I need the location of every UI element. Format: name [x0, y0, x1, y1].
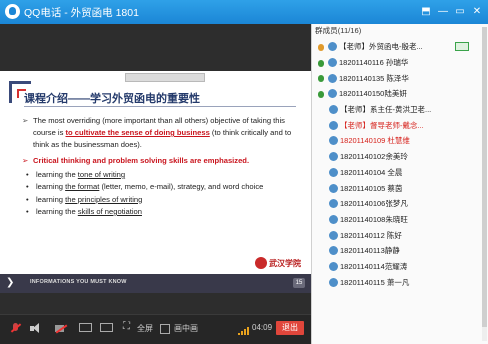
member-item[interactable]: 18201140105 蔡茵: [312, 180, 488, 196]
chevron-right-icon: ❯: [6, 277, 15, 288]
member-item[interactable]: 18201140106张梦凡: [312, 196, 488, 212]
avatar: [329, 105, 338, 115]
list-item: learning the principles of writing: [22, 194, 302, 207]
member-item[interactable]: 18201140104 全晨: [312, 165, 488, 181]
avatar: [328, 42, 337, 52]
avatar: [329, 261, 338, 271]
avatar: [329, 199, 338, 209]
arrow-bullet-icon: ➢: [22, 156, 29, 165]
list-item: learning the tone of writing: [22, 169, 302, 182]
call-control-bar: 全屏 画中画 04:09 退出: [0, 314, 311, 344]
member-item[interactable]: 18201140116 孙瑞华: [312, 55, 488, 71]
member-item[interactable]: 18201140102余美玲: [312, 149, 488, 165]
scrollbar-thumb[interactable]: [482, 27, 487, 327]
title-bar: QQ电话 - 外贸函电 1801 ⬒ — ▭ ✕: [0, 0, 488, 24]
speaker-icon[interactable]: [29, 323, 42, 334]
member-item[interactable]: 【老师】督导老师-戴念...: [312, 117, 488, 133]
objective-paragraph: ➢ The most overriding (more important th…: [22, 115, 302, 151]
member-item[interactable]: 【老师】系主任-黄洪卫老...: [312, 102, 488, 118]
member-item[interactable]: 18201140150陆美妍: [312, 86, 488, 102]
exit-button[interactable]: 退出: [276, 321, 304, 335]
list-item: learning the skills of negotiation: [22, 206, 302, 219]
member-item[interactable]: 18201140112 陈好: [312, 227, 488, 243]
avatar: [329, 120, 338, 130]
user-icon: [318, 89, 326, 99]
fullscreen-button[interactable]: 全屏: [137, 323, 153, 334]
camera-off-icon[interactable]: [55, 323, 68, 334]
avatar: [329, 214, 338, 224]
member-item[interactable]: 18201140113静静: [312, 243, 488, 259]
member-list[interactable]: 【老师】外贸函电-殷老... 18201140116 孙瑞华 182011401…: [312, 39, 488, 290]
user-icon: [318, 58, 326, 68]
slide-title-divider: [24, 106, 296, 107]
slide-title: 课程介绍——学习外贸函电的重要性: [24, 93, 200, 105]
slide-body: ➢ The most overriding (more important th…: [22, 115, 302, 218]
window-controls: ⬒ — ▭ ✕: [419, 5, 484, 19]
avatar: [328, 58, 337, 68]
list-item: learning the format (letter, memo, e-mai…: [22, 181, 302, 194]
skills-list: learning the tone of writing learning th…: [22, 169, 302, 218]
avatar: [328, 89, 337, 99]
avatar: [329, 152, 338, 162]
avatar: [329, 136, 338, 146]
member-count-header: 群成员(11/16): [315, 26, 362, 35]
window-title: QQ电话 - 外贸函电 1801: [24, 7, 139, 19]
microphone-muted-icon[interactable]: [10, 323, 23, 334]
minimize-button[interactable]: —: [436, 5, 450, 19]
shared-screen-area[interactable]: 课程介绍——学习外贸函电的重要性 ➢ The most overriding (…: [0, 24, 311, 314]
qq-phone-icon: [5, 4, 20, 19]
member-item[interactable]: 18201140108朱晓旺: [312, 212, 488, 228]
slide-page-number: 15: [293, 278, 305, 288]
school-logo-text: 武汉学院: [269, 258, 301, 268]
arrow-bullet-icon: ➢: [22, 116, 29, 125]
picture-in-picture-icon[interactable]: [160, 323, 173, 334]
maximize-button[interactable]: ▭: [453, 5, 467, 19]
school-logo: 武汉学院: [255, 257, 301, 269]
signal-strength-icon: [238, 327, 249, 335]
call-timer: 04:09: [252, 323, 273, 332]
avatar: [329, 277, 338, 287]
avatar: [328, 73, 337, 83]
member-item[interactable]: 18201140114范耀涛: [312, 259, 488, 275]
fullscreen-icon[interactable]: [123, 321, 136, 334]
teacher-icon: [318, 42, 326, 52]
close-button[interactable]: ✕: [470, 5, 484, 19]
avatar: [329, 246, 338, 256]
school-emblem-icon: [255, 257, 267, 269]
critical-heading: ➢ Critical thinking and problem solving …: [22, 155, 302, 167]
critical-heading-text: Critical thinking and problem solving sk…: [33, 156, 250, 165]
slide-footer: ❯ INFORMATIONS YOU MUST KNOW 15: [0, 274, 311, 293]
screen-sharing-icon: [455, 42, 469, 51]
presentation-slide: 课程介绍——学习外贸函电的重要性 ➢ The most overriding (…: [0, 71, 311, 293]
avatar: [329, 167, 338, 177]
picture-in-picture-button[interactable]: 画中画: [174, 323, 198, 334]
share-screen-icon[interactable]: [79, 323, 92, 332]
member-item[interactable]: 18201140109 杜慧维: [312, 133, 488, 149]
objective-highlight: to cultivate the sense of doing business: [65, 128, 210, 137]
avatar: [329, 230, 338, 240]
member-panel: 群成员(11/16) 【老师】外贸函电-殷老... 18201140116 孙瑞…: [311, 24, 488, 344]
user-icon: [318, 73, 326, 83]
member-item[interactable]: 【老师】外贸函电-殷老...: [312, 39, 488, 55]
pin-icon[interactable]: ⬒: [419, 5, 433, 19]
slide-toolbar-strip: [125, 73, 205, 82]
avatar: [329, 183, 338, 193]
screen-layout-icon[interactable]: [100, 323, 113, 332]
member-item[interactable]: 18201140115 萧一凡: [312, 274, 488, 290]
member-item[interactable]: 18201140135 陈泽华: [312, 70, 488, 86]
slide-footer-text: INFORMATIONS YOU MUST KNOW: [30, 279, 127, 285]
